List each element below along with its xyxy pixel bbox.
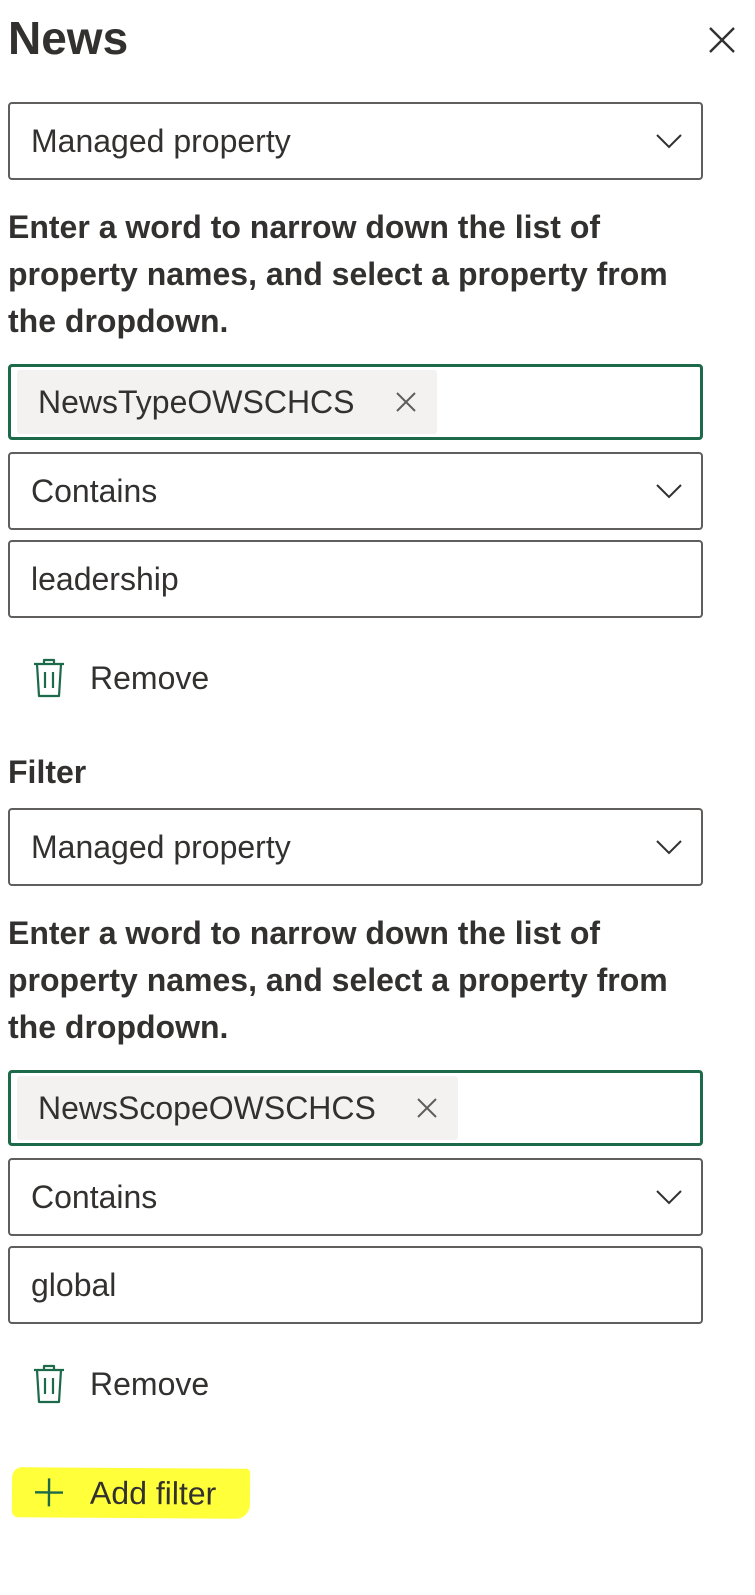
property-hint-text: Enter a word to narrow down the list of … [8,209,668,339]
chevron-down-icon [656,1190,682,1205]
remove-filter-button[interactable]: Remove [32,1362,209,1406]
panel-title: News [8,12,129,64]
trash-icon [34,658,64,698]
filter-section-label: Filter [8,754,87,790]
property-chip: NewsTypeOWSCHCS [17,370,437,434]
filter-type-value: Managed property [31,122,291,159]
news-settings-panel: News Managed property Enter a word to na… [0,0,755,1595]
trash-icon [34,1364,64,1404]
property-picker[interactable]: NewsTypeOWSCHCS [8,364,703,440]
property-chip-label: NewsScopeOWSCHCS [38,1089,376,1126]
operator-select[interactable]: Contains [8,452,703,530]
filter-type-value: Managed property [31,828,291,865]
chevron-down-icon [656,134,682,149]
filter-value-input[interactable]: leadership [8,540,703,618]
chevron-down-icon [656,840,682,855]
property-chip: NewsScopeOWSCHCS [17,1076,458,1140]
add-filter-label: Add filter [89,1474,217,1512]
operator-value: Contains [31,472,158,509]
add-filter-button[interactable]: Add filter [11,1467,251,1519]
remove-filter-button[interactable]: Remove [32,656,209,700]
filter-type-select[interactable]: Managed property [8,808,703,886]
chevron-down-icon [656,484,682,499]
filter-value-text: global [31,1266,117,1303]
plus-icon [34,1478,64,1507]
close-icon[interactable] [704,22,740,58]
property-hint-text: Enter a word to narrow down the list of … [8,915,668,1045]
property-picker[interactable]: NewsScopeOWSCHCS [8,1070,703,1146]
operator-value: Contains [31,1178,158,1215]
chip-remove-icon[interactable] [416,1097,438,1119]
operator-select[interactable]: Contains [8,1158,703,1236]
filter-value-input[interactable]: global [8,1246,703,1324]
filter-value-text: leadership [31,560,179,597]
remove-label: Remove [90,659,210,696]
property-chip-label: NewsTypeOWSCHCS [38,383,355,420]
filter-type-select[interactable]: Managed property [8,102,703,180]
chip-remove-icon[interactable] [395,391,417,413]
remove-label: Remove [90,1365,210,1402]
